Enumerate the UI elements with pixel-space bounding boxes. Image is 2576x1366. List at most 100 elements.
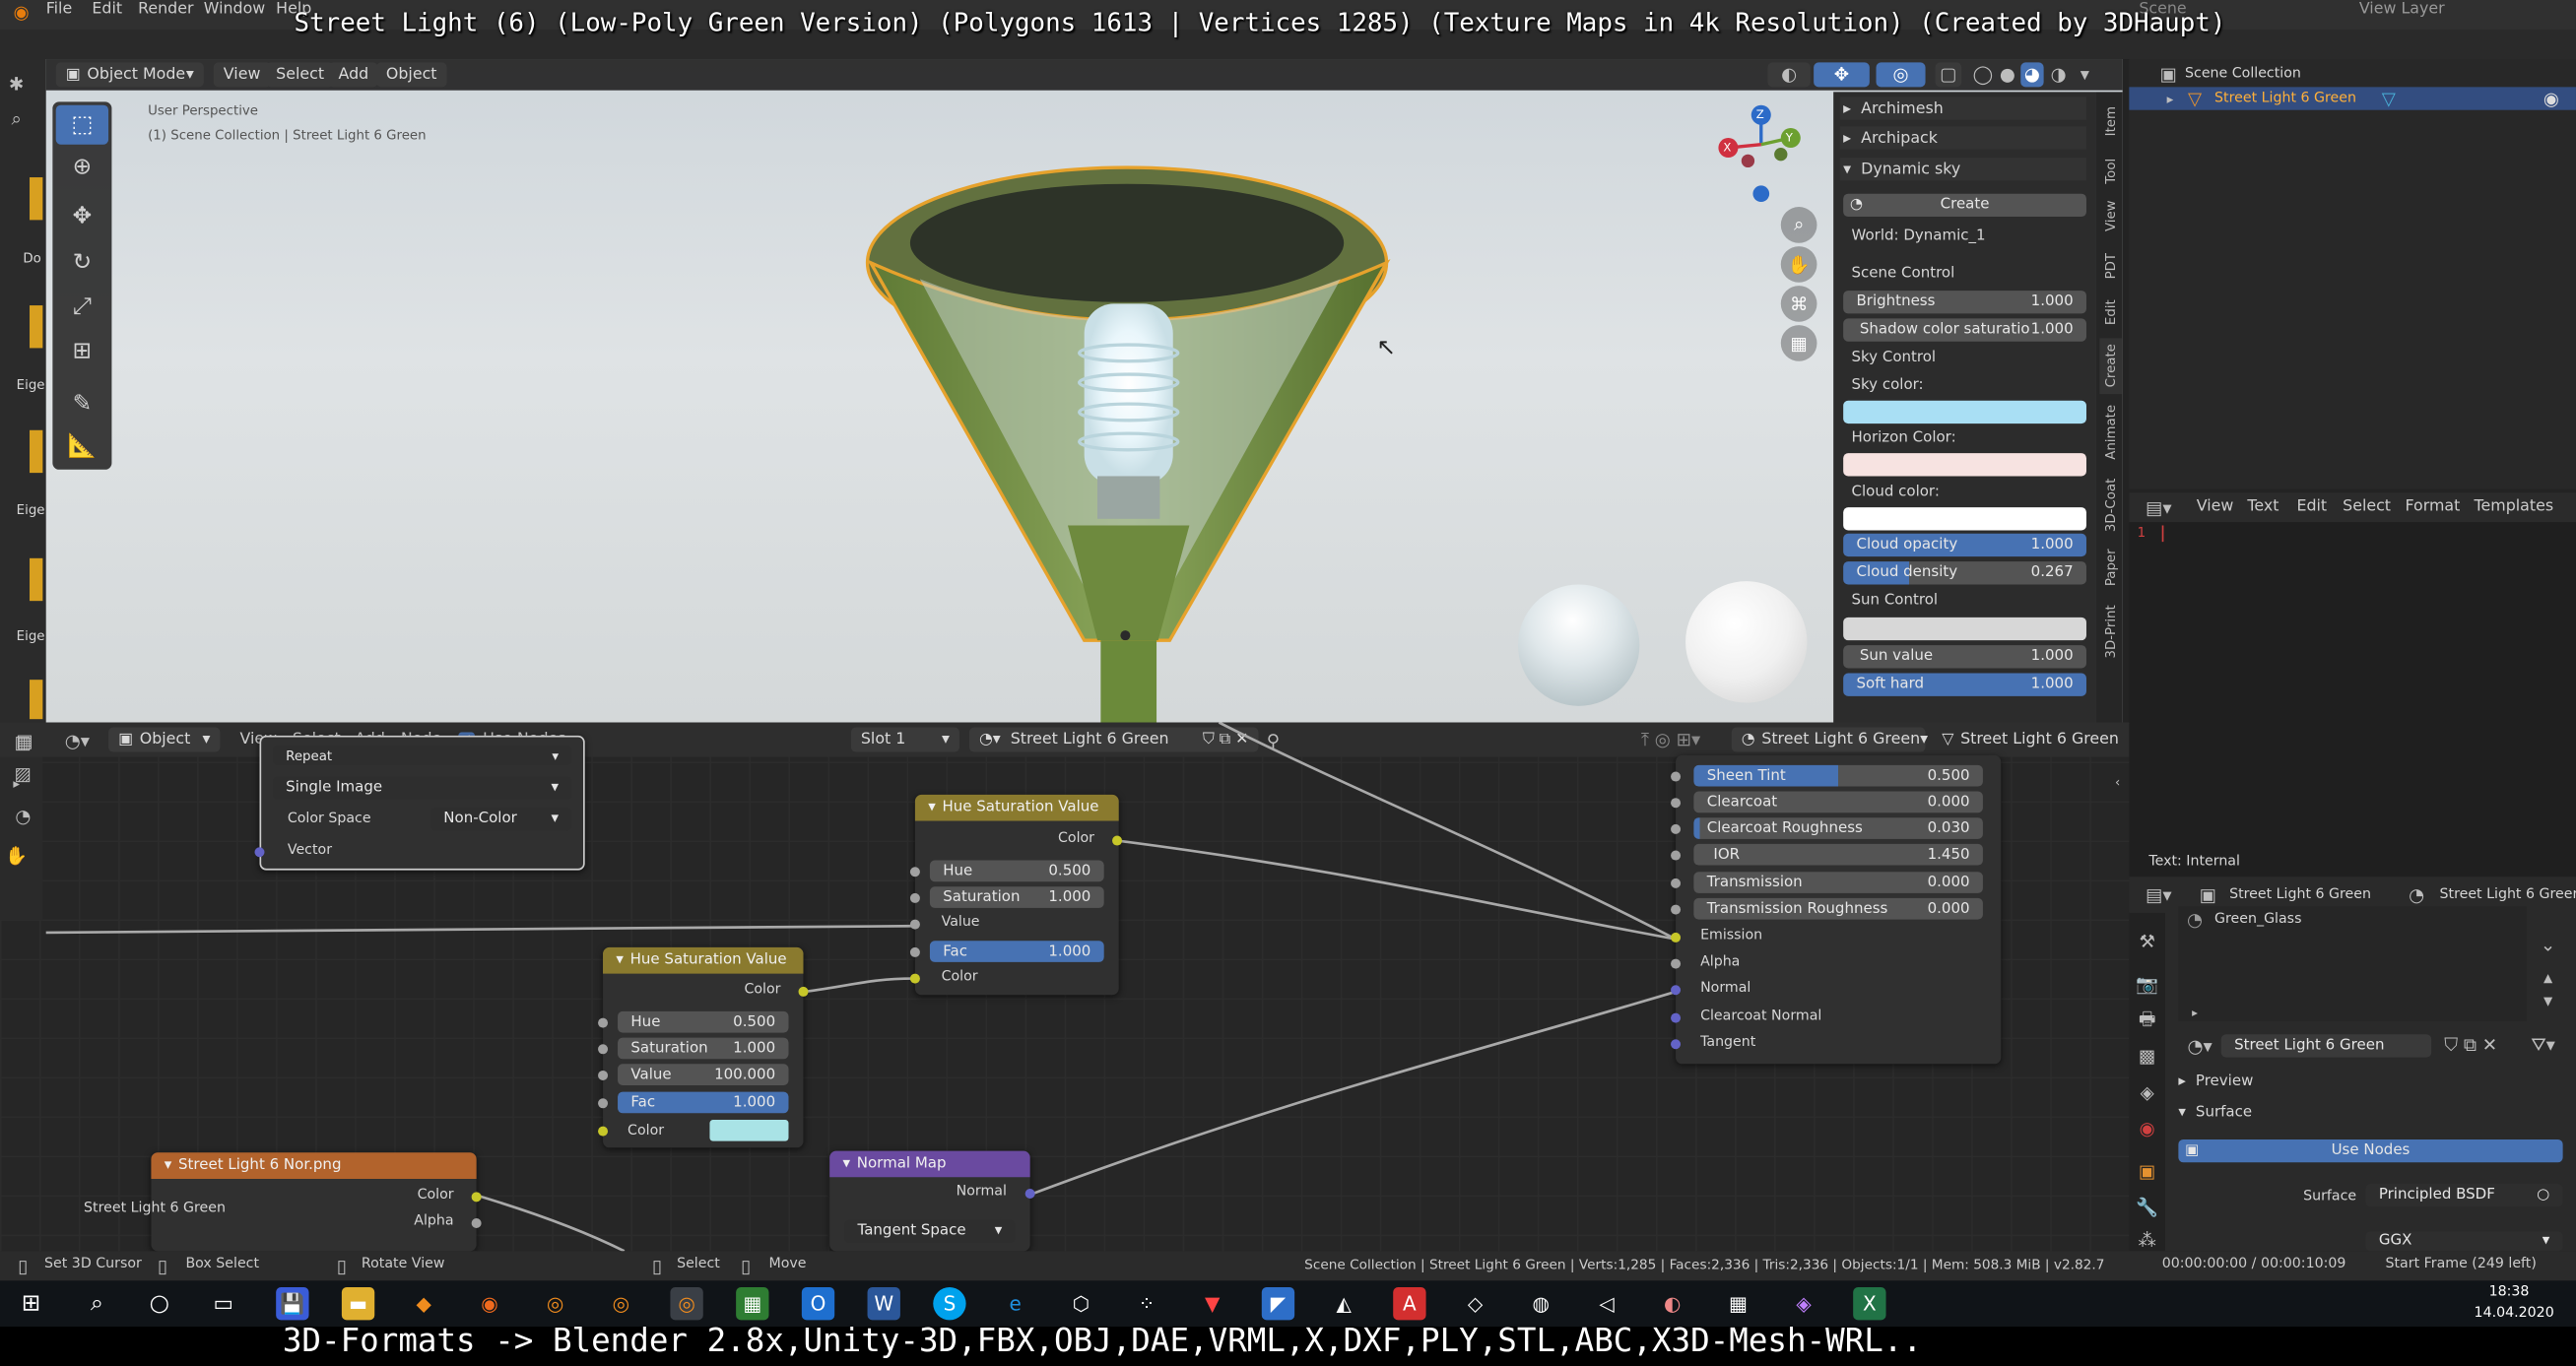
horizon-color-swatch[interactable]: [1843, 453, 2086, 477]
scale-tool[interactable]: ⤢: [56, 288, 108, 327]
render-tab-icon[interactable]: 📷: [2134, 972, 2160, 995]
properties-type-icon[interactable]: ▤▾: [2139, 883, 2178, 906]
firefox-icon[interactable]: ◉: [473, 1287, 505, 1320]
visibility-icon[interactable]: ◐: [1767, 62, 1811, 88]
move-tool[interactable]: ✥: [56, 197, 108, 236]
material-shading-icon[interactable]: ◕: [2020, 62, 2044, 88]
surface-shader-field[interactable]: Principled BSDF ○: [2365, 1183, 2563, 1207]
hsv2-sat-socket[interactable]: [598, 1044, 609, 1055]
sky-color-swatch[interactable]: [1843, 400, 2086, 424]
cloud-density-slider[interactable]: Cloud density 0.267: [1843, 561, 2086, 585]
hsv1-hue-field[interactable]: Hue 0.500: [929, 860, 1104, 882]
material-name-field[interactable]: Street Light 6 Green: [2220, 1034, 2432, 1058]
bsdf-socket-emission[interactable]: [1671, 932, 1682, 943]
viewport-menu-object[interactable]: Object: [375, 62, 447, 88]
hsv1-fac-socket[interactable]: [909, 946, 920, 957]
bsdf-socket-alpha[interactable]: [1671, 958, 1682, 969]
save-app-icon[interactable]: 💾: [276, 1287, 309, 1321]
panel-dynamic-sky[interactable]: ▾ Dynamic sky: [1839, 158, 2086, 181]
gizmo-toggle-icon[interactable]: ✥: [1814, 62, 1870, 88]
vector-socket[interactable]: [254, 847, 265, 858]
preview-panel-header[interactable]: ▸ Preview: [2178, 1073, 2253, 1090]
text-menu-format[interactable]: Format: [2406, 497, 2461, 515]
viewport-menu-view[interactable]: View: [213, 62, 271, 88]
text-menu-edit[interactable]: Edit: [2296, 497, 2327, 515]
material-slot-item[interactable]: Green_Glass: [2214, 911, 2301, 928]
bsdf-socket-trans-rough[interactable]: [1671, 904, 1682, 915]
sidebar-tab-3dcoat[interactable]: 3D-Coat: [2099, 473, 2122, 539]
single-image-dropdown[interactable]: Single Image ▾: [272, 776, 572, 800]
hsv2-value-field[interactable]: Value 100.000: [618, 1064, 789, 1085]
bsdf-socket-transmission[interactable]: [1671, 878, 1682, 888]
normal-map-header[interactable]: ▾ Normal Map: [829, 1150, 1030, 1178]
blender-taskbar-icon-2[interactable]: ◎: [605, 1287, 637, 1320]
sidebar-tab-create[interactable]: Create: [2099, 338, 2123, 395]
sun-value-field[interactable]: Sun value 1.000: [1843, 645, 2086, 669]
sidebar-tab-view[interactable]: View: [2099, 197, 2122, 236]
color-space-dropdown[interactable]: Non-Color ▾: [429, 808, 572, 831]
material-actions-icons[interactable]: ⛉ ⧉ ✕: [2431, 1034, 2510, 1057]
surface-panel-header[interactable]: ▾ Surface: [2178, 1105, 2252, 1122]
scene-tab-icon[interactable]: ◈: [2134, 1080, 2160, 1103]
pan-hand-icon[interactable]: ✋: [1780, 246, 1817, 283]
measure-tool[interactable]: 📐: [56, 426, 108, 466]
hsv2-fac-socket[interactable]: [598, 1098, 609, 1109]
normal-texture-header[interactable]: ▾ Street Light 6 Nor.png: [151, 1152, 477, 1179]
camera-view-icon[interactable]: ⌘: [1780, 286, 1817, 322]
clearcoat-field[interactable]: Clearcoat 0.000: [1693, 791, 1983, 813]
zoom-icon[interactable]: ⌕: [1780, 207, 1817, 243]
hsv1-sat-socket[interactable]: [909, 892, 920, 903]
app-blue-icon[interactable]: ◤: [1261, 1287, 1295, 1321]
expand-arrow-icon[interactable]: ▸: [2162, 89, 2179, 108]
taskbar-clock-date[interactable]: 14.04.2020: [2475, 1305, 2554, 1322]
brightness-field[interactable]: Brightness 1.000: [1843, 291, 2086, 314]
clearcoat-roughness-field[interactable]: Clearcoat Roughness 0.030: [1693, 817, 1983, 839]
skype-icon[interactable]: S: [933, 1287, 966, 1321]
hsv2-fac-field[interactable]: Fac 1.000: [618, 1091, 789, 1114]
sidebar-tab-3dprint[interactable]: 3D-Print: [2099, 601, 2122, 663]
text-editor[interactable]: [2129, 492, 2576, 878]
blender-taskbar-icon-1[interactable]: ◎: [539, 1287, 571, 1320]
bsdf-socket-sheen-tint[interactable]: [1671, 771, 1682, 782]
text-menu-text[interactable]: Text: [2247, 497, 2279, 515]
world-tab-icon[interactable]: ◉: [2134, 1117, 2160, 1139]
bsdf-socket-clearcoat[interactable]: [1671, 798, 1682, 809]
object-tab-icon[interactable]: ▣: [2134, 1159, 2160, 1182]
word-icon[interactable]: W: [867, 1287, 900, 1321]
panel-archipack[interactable]: ▸ Archipack: [1839, 126, 2086, 150]
view-layer-selector[interactable]: View Layer: [2359, 0, 2445, 18]
bsdf-socket-cc-normal[interactable]: [1671, 1012, 1682, 1023]
ior-field[interactable]: IOR 1.450: [1693, 843, 1983, 866]
panel-archimesh[interactable]: ▸ Archimesh: [1839, 97, 2086, 120]
hsv1-color-output-socket[interactable]: [1112, 835, 1123, 846]
hsv2-color-socket[interactable]: [598, 1126, 609, 1137]
sun-color-swatch[interactable]: [1843, 617, 2086, 641]
sidebar-tab-edit[interactable]: Edit: [2099, 293, 2122, 332]
street-lamp-model[interactable]: [822, 148, 1446, 723]
menu-render[interactable]: Render: [138, 0, 193, 18]
hsv2-saturation-field[interactable]: Saturation 1.000: [618, 1037, 789, 1060]
vivaldi-icon[interactable]: ▼: [1196, 1287, 1228, 1320]
shading-options-icon[interactable]: ▾: [2074, 62, 2096, 87]
edge-icon[interactable]: e: [999, 1287, 1031, 1320]
hsv1-fac-field[interactable]: Fac 1.000: [929, 941, 1104, 962]
modifier-tab-icon[interactable]: 🔧: [2134, 1196, 2160, 1218]
hsv2-hue-field[interactable]: Hue 0.500: [618, 1010, 789, 1033]
taskbar-clock-time[interactable]: 18:38: [2489, 1284, 2530, 1301]
excel-icon[interactable]: X: [1853, 1287, 1886, 1321]
remote-icon[interactable]: ◐: [1656, 1287, 1688, 1320]
blender-taskbar-icon-3[interactable]: ◎: [670, 1287, 703, 1321]
left-search-icon[interactable]: ⌕: [5, 108, 28, 131]
soft-hard-slider[interactable]: Soft hard 1.000: [1843, 673, 2086, 696]
sidebar-tab-animate[interactable]: Animate: [2099, 401, 2122, 463]
hsv1-saturation-field[interactable]: Saturation 1.000: [929, 886, 1104, 908]
obs-icon[interactable]: ◍: [1525, 1287, 1557, 1320]
transform-tool[interactable]: ⊞: [56, 332, 108, 371]
wireframe-shading-icon[interactable]: ◯: [1971, 62, 1994, 87]
maps-icon[interactable]: ◈: [1787, 1287, 1819, 1320]
text-menu-view[interactable]: View: [2197, 497, 2234, 515]
text-menu-select[interactable]: Select: [2343, 497, 2391, 515]
sheen-tint-field[interactable]: Sheen Tint 0.500: [1693, 764, 1983, 787]
tangent-space-dropdown[interactable]: Tangent Space ▾: [844, 1219, 1016, 1243]
nor-alpha-socket[interactable]: [471, 1217, 482, 1228]
